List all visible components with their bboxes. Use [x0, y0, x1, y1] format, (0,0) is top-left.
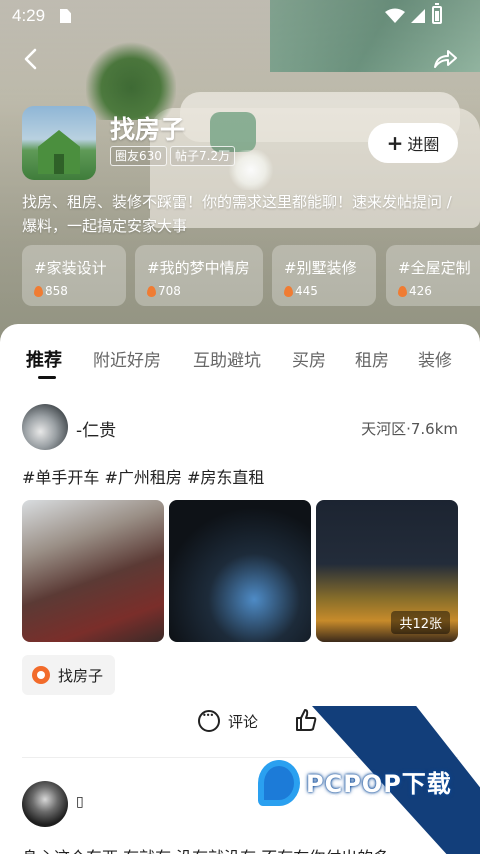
battery-icon	[432, 3, 442, 24]
comment-label: 评论	[228, 712, 259, 731]
circle-logo-icon	[32, 666, 50, 684]
house-door	[54, 154, 64, 174]
flame-icon	[147, 285, 156, 297]
topic-title: #别墅装修	[284, 259, 357, 277]
chevron-left-icon	[24, 48, 37, 70]
plus-icon: +	[386, 131, 404, 155]
avatar[interactable]	[22, 404, 68, 450]
circle-tag-label: 找房子	[58, 666, 104, 685]
signal-icon	[411, 9, 425, 23]
circle-name: 找房子	[110, 115, 186, 144]
share-button[interactable]	[430, 44, 460, 74]
topic-heat-value: 445	[295, 284, 318, 298]
status-bar: 4:29	[0, 0, 480, 34]
topic-title: #我的梦中情房	[147, 259, 250, 277]
members-badge: 圈友630	[110, 146, 167, 166]
topic-list: #家装设计 858 #我的梦中情房 708 #别墅装修 445 #全屋定制 42…	[22, 245, 480, 307]
topic-heat-value: 708	[158, 284, 181, 298]
post-circle-tag[interactable]: 找房子	[22, 655, 115, 695]
circle-description: 找房、租房、装修不踩雷！你的需求这里都能聊！速来发帖提问 / 爆料，一起搞定安家…	[22, 193, 452, 235]
pcpop-logo-icon	[258, 760, 300, 806]
join-button-label: 进圈	[407, 135, 440, 154]
thumbs-up-icon	[296, 709, 317, 731]
tab-renovation[interactable]: 装修	[418, 346, 452, 371]
topic-title: #全屋定制	[398, 259, 471, 277]
flame-icon	[284, 285, 293, 297]
comment-icon	[198, 710, 220, 732]
post-image[interactable]	[169, 500, 311, 642]
post-author[interactable]: -仁贵	[76, 416, 116, 441]
topic-heat-value: 858	[45, 284, 68, 298]
tab-recommend[interactable]: 推荐	[26, 346, 62, 372]
flame-icon	[34, 285, 43, 297]
post-hashtags[interactable]: #单手开车 #广州租房 #房东直租	[22, 464, 264, 488]
tab-nearby-homes[interactable]: 附近好房	[93, 346, 161, 371]
post-text[interactable]: 身心这个东西 有就有 没有就没有 不存在你付出的多	[22, 844, 462, 854]
watermark-logo-group: PCPOP下载 PCPOP Download	[258, 760, 468, 810]
post-author[interactable]: ▯	[76, 794, 84, 810]
topic-chip-home-design[interactable]: #家装设计 858	[22, 245, 126, 306]
flame-icon	[398, 285, 407, 297]
watermark-subtitle: PCPOP Download	[308, 794, 374, 803]
topic-heat: 445	[284, 284, 376, 298]
topic-heat-value: 426	[409, 284, 432, 298]
post-image[interactable]	[22, 500, 164, 642]
tab-mutual-help[interactable]: 互助避坑	[193, 346, 261, 371]
topic-heat: 858	[34, 284, 126, 298]
comment-button[interactable]: 评论	[198, 708, 258, 734]
image-count-badge: 共12张	[391, 611, 450, 634]
circle-avatar	[22, 106, 96, 180]
post-image[interactable]: 共12张	[316, 500, 458, 642]
posts-badge: 帖子7.2万	[170, 146, 236, 166]
wifi-icon	[385, 8, 405, 23]
post-location: 天河区·7.6km	[361, 420, 458, 438]
avatar[interactable]	[22, 781, 68, 827]
sim-card-icon	[60, 9, 71, 23]
topic-heat: 426	[398, 284, 480, 298]
tab-buy-house[interactable]: 买房	[292, 346, 326, 371]
share-arrow-icon	[434, 50, 457, 68]
join-circle-button[interactable]: + 进圈	[368, 123, 458, 163]
topic-chip-villa-renovation[interactable]: #别墅装修 445	[272, 245, 376, 306]
topic-chip-dream-house[interactable]: #我的梦中情房 708	[135, 245, 263, 306]
topic-chip-whole-house-custom[interactable]: #全屋定制 426	[386, 245, 480, 306]
topic-heat: 708	[147, 284, 263, 298]
status-time: 4:29	[12, 6, 46, 25]
tab-rent-house[interactable]: 租房	[355, 346, 389, 371]
like-button[interactable]	[295, 708, 317, 732]
topic-title: #家装设计	[34, 259, 107, 277]
active-tab-indicator	[38, 376, 56, 379]
tab-bar: 推荐 附近好房 互助避坑 买房 租房 装修	[0, 346, 480, 386]
back-button[interactable]	[16, 44, 46, 74]
